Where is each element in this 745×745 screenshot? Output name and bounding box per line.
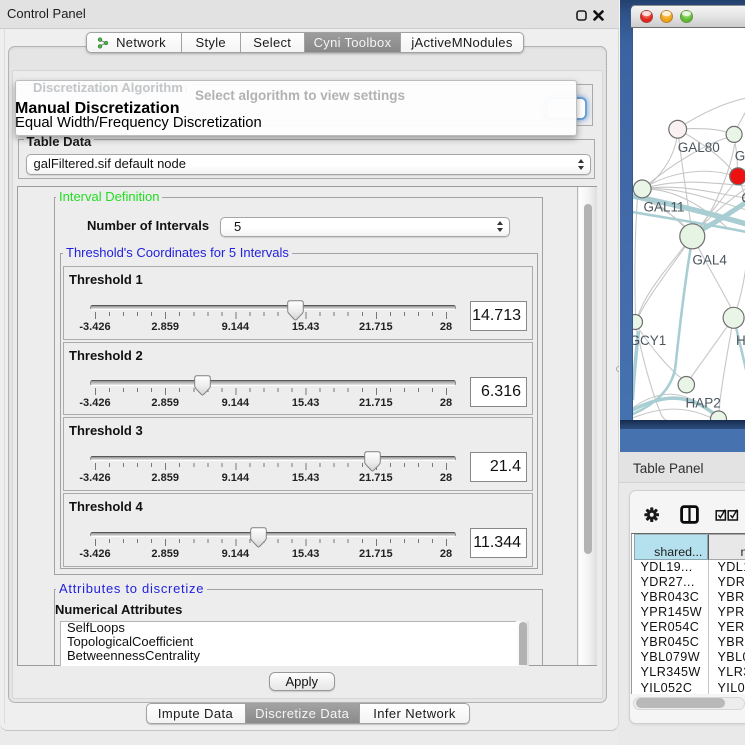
svg-text:GAL11: GAL11 — [643, 199, 684, 214]
svg-text:GA: GA — [734, 149, 745, 164]
svg-text:C: C — [741, 190, 745, 205]
svg-text:H: H — [736, 333, 745, 348]
svg-text:GAL80: GAL80 — [677, 140, 719, 155]
svg-text:GCY1: GCY1 — [633, 333, 666, 348]
svg-text:HAP2: HAP2 — [685, 396, 720, 411]
svg-text:GAL4: GAL4 — [692, 253, 727, 268]
